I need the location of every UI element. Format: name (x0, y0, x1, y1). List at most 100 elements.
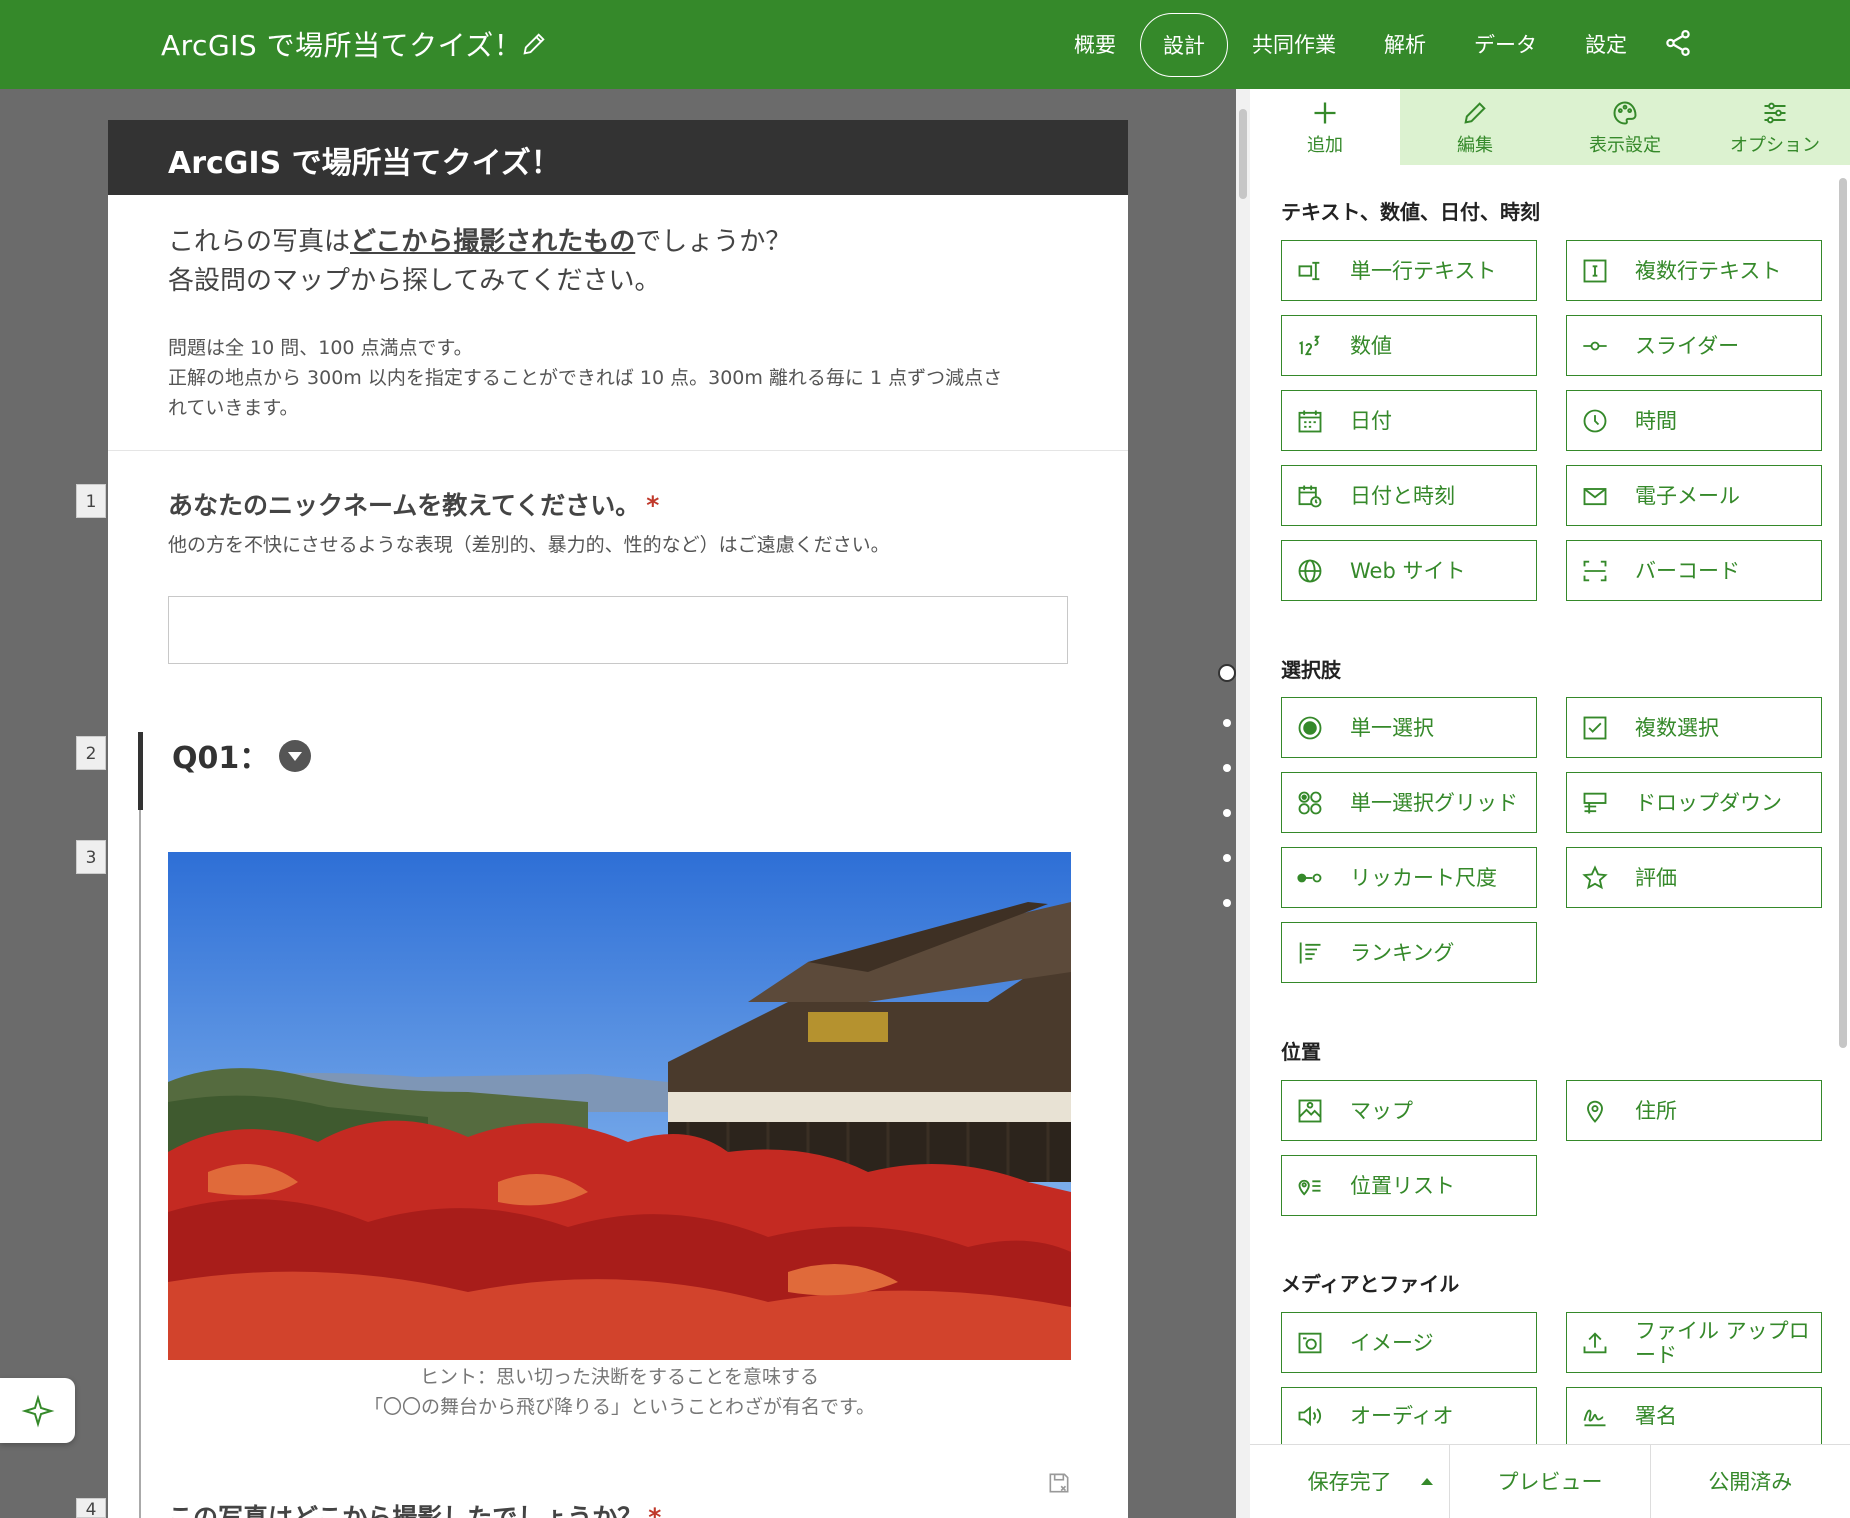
likert-icon (1297, 873, 1322, 882)
image-hint: ヒント：思い切った決断をすることを意味する 「〇〇の舞台から飛び降りる」というこ… (363, 1366, 876, 1418)
main-nav: 概要 設計 共同作業 解析 データ 設定 (1050, 0, 1651, 89)
question-description: 他の方を不快にさせるような表現（差別的、暴力的、性的など）はご遠慮ください。 (168, 534, 890, 556)
tool-email[interactable]: 電子メール (1566, 465, 1822, 526)
pin-icon (1587, 1100, 1603, 1123)
palette-icon (1613, 101, 1637, 125)
intro-lead: これらの写真はどこから撮影されたものでしょうか？ 各設問のマップから探してみてく… (168, 227, 792, 296)
question-title-nickname[interactable]: あなたのニックネームを教えてください。 * (168, 486, 659, 522)
tool-ranking[interactable]: ランキング (1281, 922, 1537, 983)
question-image[interactable] (168, 852, 1071, 1360)
nickname-input[interactable] (168, 596, 1068, 664)
dropdown-icon (1583, 792, 1607, 813)
section-title[interactable]: Q01： (172, 733, 269, 777)
tool-multi-line-text[interactable]: 複数行テキスト (1566, 240, 1822, 301)
tool-slider[interactable]: スライダー (1566, 315, 1822, 376)
group-title-location: 位置 (1281, 1040, 1321, 1064)
panel-tabs: 追加 編集 表示設定 オプション (1250, 89, 1850, 165)
tool-date[interactable]: 日付 (1281, 390, 1537, 451)
tool-map[interactable]: マップ (1281, 1080, 1537, 1141)
tool-single-choice[interactable]: 単一選択 (1281, 697, 1537, 758)
camera-icon (1298, 1332, 1322, 1353)
save-button[interactable]: 保存完了 (1250, 1445, 1451, 1518)
globe-icon (1298, 559, 1322, 582)
speaker-icon (1298, 1405, 1322, 1427)
sparkle-icon (21, 1394, 55, 1428)
tool-likert[interactable]: リッカート尺度 (1281, 847, 1537, 908)
tool-file-upload[interactable]: ファイル アップロード (1566, 1312, 1822, 1373)
section-line (139, 810, 141, 1518)
caret-up-icon[interactable] (1421, 1478, 1434, 1485)
signature-icon (1583, 1409, 1606, 1427)
tool-date-time[interactable]: 日付と時刻 (1281, 465, 1537, 526)
tool-website[interactable]: Web サイト (1281, 540, 1537, 601)
tools-scrollbar[interactable] (1836, 168, 1850, 1442)
panel-footer: 保存完了 プレビュー 公開済み (1250, 1444, 1850, 1518)
calendar-clock-icon (1298, 485, 1322, 507)
question-number-1: 1 (76, 484, 106, 518)
question-number-4: 4 (76, 1498, 106, 1518)
text-field-icon (1298, 261, 1320, 280)
tool-location-list[interactable]: 位置リスト (1281, 1155, 1537, 1216)
chevron-down-icon[interactable] (279, 740, 311, 772)
nav-data[interactable]: データ (1450, 13, 1561, 77)
star-icon (1582, 864, 1608, 889)
nav-collaborate[interactable]: 共同作業 (1228, 13, 1360, 77)
ranking-icon (1299, 942, 1321, 963)
nav-settings[interactable]: 設定 (1561, 13, 1651, 77)
top-bar: ArcGIS で場所当てクイズ！ 概要 設計 共同作業 解析 データ 設定 (0, 0, 1850, 89)
radio-icon (1298, 716, 1322, 739)
envelope-icon (1583, 487, 1607, 505)
upload-icon (1583, 1331, 1607, 1353)
clock-icon (1583, 409, 1607, 432)
nav-design[interactable]: 設計 (1140, 12, 1228, 77)
pin-list-icon (1298, 1179, 1321, 1195)
tool-single-line-text[interactable]: 単一行テキスト (1281, 240, 1537, 301)
tool-barcode[interactable]: バーコード (1566, 540, 1822, 601)
question-title-location[interactable]: この写真はどこから撮影したでしょうか？ * (168, 1498, 661, 1518)
tool-signature[interactable]: 署名 (1566, 1387, 1822, 1444)
group-title-text: テキスト、数値、日付、時刻 (1281, 200, 1540, 224)
tool-time[interactable]: 時間 (1566, 390, 1822, 451)
slider-icon (1583, 341, 1607, 350)
form-intro[interactable]: これらの写真はどこから撮影されたものでしょうか？ 各設問のマップから探してみてく… (108, 195, 1128, 451)
map-icon (1298, 1099, 1322, 1122)
tool-audio[interactable]: オーディオ (1281, 1387, 1537, 1444)
pencil-icon (1464, 102, 1486, 124)
survey-title: ArcGIS で場所当てクイズ！ (161, 29, 523, 62)
group-title-media: メディアとファイル (1281, 1272, 1460, 1296)
tool-number[interactable]: 数値 (1281, 315, 1537, 376)
calendar-icon (1298, 410, 1322, 432)
tab-options[interactable]: オプション (1700, 89, 1850, 165)
save-draft-icon[interactable] (1046, 1470, 1072, 1496)
nav-analyze[interactable]: 解析 (1360, 13, 1450, 77)
tool-image[interactable]: イメージ (1281, 1312, 1537, 1373)
kiyomizu-photo (168, 852, 1071, 1360)
tool-multi-choice[interactable]: 複数選択 (1566, 697, 1822, 758)
sliders-icon (1764, 102, 1786, 124)
checkbox-icon (1583, 716, 1607, 739)
tab-add[interactable]: 追加 (1250, 89, 1400, 165)
edit-title-icon[interactable] (520, 30, 548, 58)
nav-overview[interactable]: 概要 (1050, 13, 1140, 77)
barcode-scan-icon (1583, 560, 1607, 581)
preview-button[interactable]: プレビュー (1450, 1445, 1651, 1518)
group-title-choice: 選択肢 (1281, 658, 1341, 682)
ai-assistant-button[interactable] (0, 1378, 75, 1443)
tool-single-choice-grid[interactable]: 単一選択グリッド (1281, 772, 1537, 833)
form-header: ArcGIS で場所当てクイズ！ (108, 120, 1128, 195)
publish-button[interactable]: 公開済み (1651, 1445, 1850, 1518)
share-icon[interactable] (1663, 28, 1693, 58)
tab-edit[interactable]: 編集 (1400, 89, 1550, 165)
tool-address[interactable]: 住所 (1566, 1080, 1822, 1141)
plus-icon (1314, 102, 1336, 124)
tool-dropdown[interactable]: ドロップダウン (1566, 772, 1822, 833)
question-number-3: 3 (76, 840, 106, 874)
intro-body: 問題は全 10 問、100 点満点です。 正解の地点から 300m 以内を指定す… (168, 337, 1003, 419)
question-number-2: 2 (76, 736, 106, 770)
tool-rating[interactable]: 評価 (1566, 847, 1822, 908)
number-icon (1299, 335, 1320, 355)
text-area-icon (1583, 259, 1607, 282)
tab-appearance[interactable]: 表示設定 (1550, 89, 1700, 165)
radio-grid-icon (1298, 791, 1322, 814)
panel-scrollbar[interactable] (1236, 89, 1250, 1518)
